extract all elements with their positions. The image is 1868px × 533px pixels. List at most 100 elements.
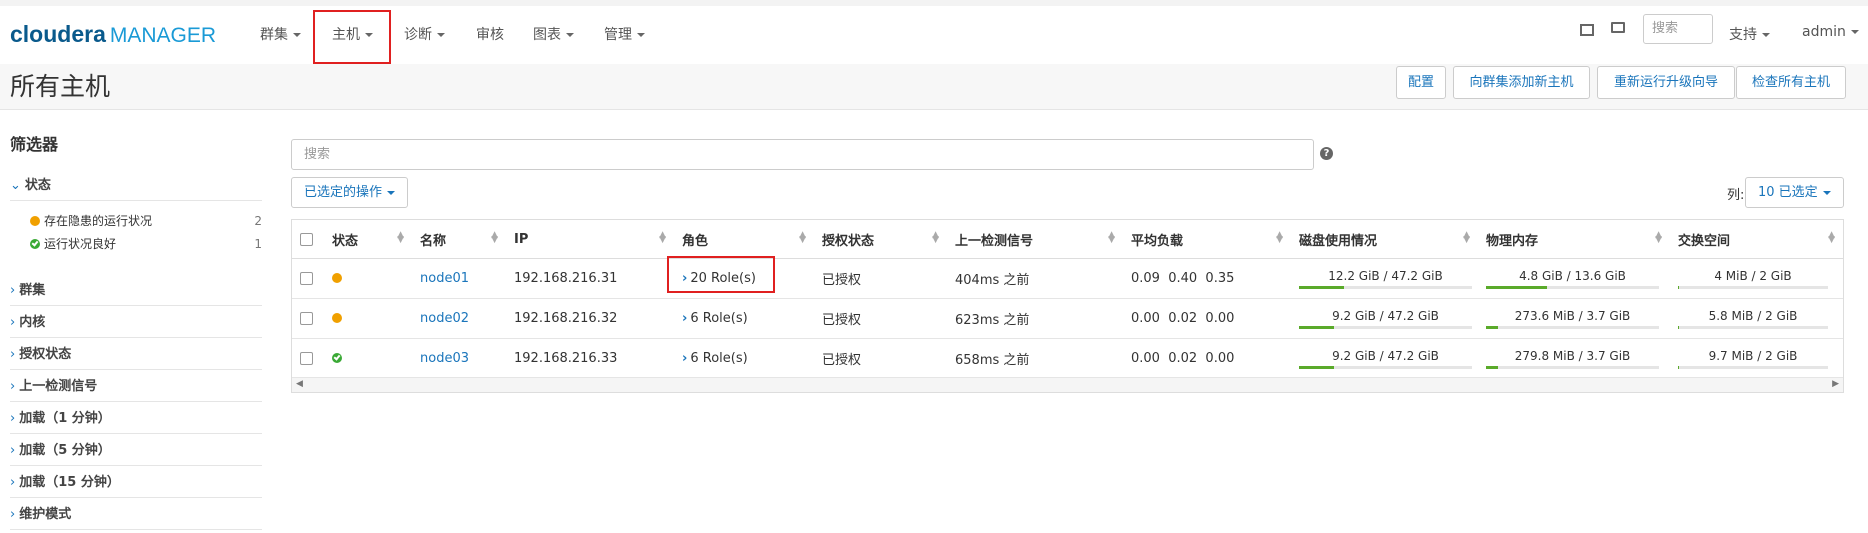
selected-actions-dropdown[interactable]: 已选定的操作 bbox=[291, 177, 409, 208]
filter-load-1min[interactable]: › 加载（1 分钟） bbox=[10, 406, 262, 434]
row-checkbox-cell[interactable] bbox=[292, 258, 324, 299]
row-checkbox-cell[interactable] bbox=[292, 338, 324, 379]
help-icon[interactable]: ? bbox=[1320, 147, 1333, 160]
last-heartbeat-cell: 658ms 之前 bbox=[947, 338, 1123, 379]
swap-bar bbox=[1678, 285, 1828, 289]
col-header-status[interactable]: 状态 ▲ ▼ bbox=[324, 220, 412, 259]
horizontal-scrollbar[interactable]: ◀ ▶ bbox=[292, 377, 1843, 392]
hosts-search-input[interactable]: 搜索 bbox=[291, 139, 1314, 170]
disk-usage-bar bbox=[1299, 285, 1472, 289]
chevron-right-icon: › bbox=[10, 443, 16, 458]
nav-charts[interactable]: 图表 bbox=[533, 24, 574, 46]
warning-status-icon bbox=[30, 215, 40, 226]
rerun-upgrade-wizard-button[interactable]: 重新运行升级向导 bbox=[1597, 66, 1735, 99]
col-header-disk-usage[interactable]: 磁盘使用情况 ▲ ▼ bbox=[1291, 220, 1478, 259]
memory-bar bbox=[1486, 325, 1659, 329]
inspect-all-hosts-button[interactable]: 检查所有主机 bbox=[1736, 66, 1846, 99]
row-checkbox[interactable] bbox=[300, 312, 313, 325]
host-link[interactable]: node03 bbox=[420, 351, 469, 366]
select-all-checkbox-cell[interactable] bbox=[292, 220, 324, 259]
swap-cell: 5.8 MiB / 2 GiB bbox=[1670, 298, 1843, 339]
sort-icon: ▲ ▼ bbox=[1276, 230, 1283, 245]
row-checkbox[interactable] bbox=[300, 352, 313, 365]
warning-status-icon bbox=[332, 312, 342, 323]
filter-load-5min[interactable]: › 加载（5 分钟） bbox=[10, 438, 262, 466]
host-link[interactable]: node02 bbox=[420, 311, 469, 326]
col-header-load-average[interactable]: 平均负载 ▲ ▼ bbox=[1123, 220, 1291, 259]
status-cell bbox=[324, 338, 412, 379]
chevron-down-icon bbox=[387, 190, 396, 195]
ip-cell: 192.168.216.32 bbox=[506, 298, 674, 339]
col-header-physical-memory[interactable]: 物理内存 ▲ ▼ bbox=[1478, 220, 1670, 259]
configure-button[interactable]: 配置 bbox=[1396, 66, 1446, 99]
sort-icon: ▲ ▼ bbox=[1463, 230, 1470, 245]
table-row: node01 192.168.216.31 › 20 Role(s) 已授权 40… bbox=[292, 258, 1843, 299]
nav-audits[interactable]: 审核 bbox=[476, 24, 504, 46]
swap-bar bbox=[1678, 325, 1828, 329]
col-header-auth-status[interactable]: 授权状态 ▲ ▼ bbox=[814, 220, 947, 259]
user-menu[interactable]: admin bbox=[1802, 24, 1859, 46]
swap-cell: 9.7 MiB / 2 GiB bbox=[1670, 338, 1843, 379]
col-header-name[interactable]: 名称 ▲ ▼ bbox=[412, 220, 506, 259]
chevron-down-icon bbox=[1850, 30, 1859, 34]
columns-label: 列: bbox=[1727, 188, 1745, 203]
col-header-last-heartbeat[interactable]: 上一检测信号 ▲ ▼ bbox=[947, 220, 1123, 259]
chevron-right-icon: › bbox=[10, 315, 16, 330]
col-header-swap-space[interactable]: 交换空间 ▲ ▼ bbox=[1670, 220, 1843, 259]
filter-kernel[interactable]: › 内核 bbox=[10, 310, 262, 338]
swap-fill bbox=[1678, 365, 1679, 369]
filter-maintenance-mode[interactable]: › 维护模式 bbox=[10, 502, 262, 530]
filter-cluster[interactable]: › 群集 bbox=[10, 278, 262, 306]
row-checkbox[interactable] bbox=[300, 272, 313, 285]
nav-diagnostics[interactable]: 诊断 bbox=[404, 24, 445, 46]
host-name-cell: node03 bbox=[412, 338, 506, 379]
support-menu[interactable]: 支持 bbox=[1729, 24, 1770, 46]
good-status-icon bbox=[30, 238, 40, 249]
gift-icon[interactable] bbox=[1580, 24, 1594, 36]
roles-cell: › 6 Role(s) bbox=[674, 298, 814, 339]
chevron-right-icon: › bbox=[10, 379, 16, 394]
auth-status-cell: 已授权 bbox=[814, 338, 947, 379]
roles-toggle[interactable]: › 6 Role(s) bbox=[682, 311, 748, 326]
scroll-right-icon[interactable]: ▶ bbox=[1832, 379, 1839, 389]
nav-administration[interactable]: 管理 bbox=[604, 24, 645, 46]
filter-status-ok[interactable]: 运行状况良好 1 bbox=[30, 234, 262, 254]
memory-label: 279.8 MiB / 3.7 GiB bbox=[1514, 348, 1631, 363]
filter-last-heartbeat[interactable]: › 上一检测信号 bbox=[10, 374, 262, 402]
sort-icon: ▲ ▼ bbox=[932, 230, 939, 245]
col-header-roles[interactable]: 角色 ▲ ▼ bbox=[674, 220, 814, 259]
memory-cell: 4.8 GiB / 13.6 GiB bbox=[1478, 258, 1670, 299]
good-status-icon bbox=[332, 352, 342, 363]
ip-cell: 192.168.216.31 bbox=[506, 258, 674, 299]
select-all-checkbox[interactable] bbox=[300, 232, 313, 246]
scroll-left-icon[interactable]: ◀ bbox=[296, 379, 303, 389]
columns-dropdown[interactable]: 10 已选定 bbox=[1745, 177, 1844, 208]
host-link[interactable]: node01 bbox=[420, 271, 469, 286]
filter-status-warn[interactable]: 存在隐患的运行状况 2 bbox=[30, 211, 262, 231]
add-hosts-button[interactable]: 向群集添加新主机 bbox=[1453, 66, 1590, 99]
swap-label: 9.7 MiB / 2 GiB bbox=[1708, 348, 1798, 363]
memory-fill bbox=[1486, 365, 1499, 369]
sort-icon: ▲ ▼ bbox=[1655, 230, 1662, 245]
sort-icon: ▲ ▼ bbox=[1108, 230, 1115, 245]
disk-usage-bar bbox=[1299, 325, 1472, 329]
filter-auth-status[interactable]: › 授权状态 bbox=[10, 342, 262, 370]
chevron-down-icon bbox=[437, 33, 445, 37]
nav-clusters[interactable]: 群集 bbox=[260, 24, 301, 46]
filter-status[interactable]: ⌄ 状态 bbox=[10, 173, 262, 201]
roles-toggle[interactable]: › 6 Role(s) bbox=[682, 351, 748, 366]
global-search-input[interactable]: 搜索 bbox=[1643, 14, 1713, 44]
sort-icon: ▲ ▼ bbox=[397, 230, 404, 245]
disk-usage-cell: 12.2 GiB / 47.2 GiB bbox=[1291, 258, 1478, 299]
memory-cell: 273.6 MiB / 3.7 GiB bbox=[1478, 298, 1670, 339]
filter-load-15min[interactable]: › 加载（15 分钟） bbox=[10, 470, 262, 498]
col-header-ip[interactable]: IP ▲ ▼ bbox=[506, 220, 674, 259]
memory-fill bbox=[1486, 285, 1547, 289]
chevron-down-icon: ⌄ bbox=[10, 178, 21, 193]
swap-cell: 4 MiB / 2 GiB bbox=[1670, 258, 1843, 299]
disk-usage-cell: 9.2 GiB / 47.2 GiB bbox=[1291, 298, 1478, 339]
monitor-icon[interactable] bbox=[1611, 22, 1625, 33]
cloudera-logo[interactable]: cloudera MANAGER bbox=[10, 21, 216, 48]
row-checkbox-cell[interactable] bbox=[292, 298, 324, 339]
highlight-box-roles bbox=[667, 256, 775, 293]
